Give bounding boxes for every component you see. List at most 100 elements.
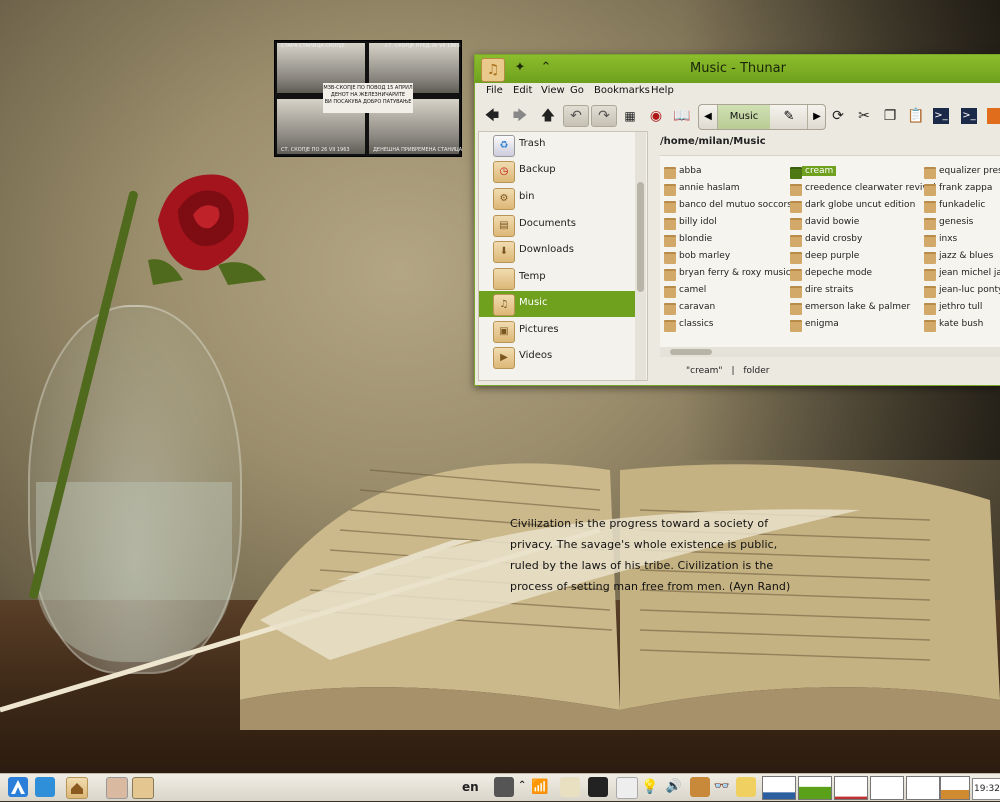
- load-graph[interactable]: [906, 776, 940, 800]
- file-view-hscrollbar-thumb[interactable]: [670, 349, 712, 355]
- archive-icon[interactable]: [987, 108, 1000, 124]
- up-arrow-icon[interactable]: 🡅: [537, 105, 559, 127]
- cut-icon[interactable]: ✂: [853, 105, 875, 127]
- file-item[interactable]: caravan: [662, 300, 792, 317]
- glasses-icon[interactable]: 👓: [712, 777, 732, 797]
- status-selected-type: folder: [743, 366, 770, 376]
- clock[interactable]: 19:32: [972, 778, 1000, 800]
- file-item[interactable]: deep purple: [788, 249, 918, 266]
- memory-graph[interactable]: [798, 776, 832, 800]
- file-item[interactable]: equalizer presets: [922, 164, 1000, 181]
- copy-icon[interactable]: ❐: [879, 105, 901, 127]
- file-item[interactable]: depeche mode: [788, 266, 918, 283]
- menu-go[interactable]: Go: [570, 85, 584, 96]
- file-view-hscrollbar[interactable]: [660, 347, 1000, 357]
- file-item[interactable]: frank zappa: [922, 181, 1000, 198]
- path-next-button[interactable]: ▶: [807, 105, 826, 129]
- volume-icon[interactable]: 🔊: [664, 777, 684, 797]
- back-arrow-icon[interactable]: 🡄: [481, 105, 503, 127]
- file-item[interactable]: genesis: [922, 215, 1000, 232]
- file-item[interactable]: billy idol: [662, 215, 792, 232]
- window-titlebar[interactable]: ♫ ✦ ⌃ Music - Thunar: [475, 55, 1000, 83]
- sidebar-item-pictures[interactable]: ▣ Pictures: [479, 318, 635, 344]
- file-item[interactable]: bob marley: [662, 249, 792, 266]
- sidebar-item-music[interactable]: ♫ Music: [479, 291, 635, 317]
- file-item[interactable]: creedence clearwater revival: [788, 181, 936, 198]
- sidebar-item-bin[interactable]: ⚙ bin: [479, 185, 635, 211]
- temperature-graph[interactable]: [940, 776, 970, 800]
- sidebar-item-downloads[interactable]: ⬇ Downloads: [479, 238, 635, 264]
- menu-view[interactable]: View: [541, 85, 565, 96]
- mail-icon[interactable]: [616, 777, 638, 799]
- grid-view-icon[interactable]: ▦: [619, 105, 641, 127]
- reload-icon[interactable]: ⟳: [827, 105, 849, 127]
- network-graph[interactable]: [870, 776, 904, 800]
- file-item[interactable]: camel: [662, 283, 792, 300]
- file-name: camel: [679, 285, 707, 295]
- file-item[interactable]: jean michel jarre: [922, 266, 1000, 283]
- file-item[interactable]: enigma: [788, 317, 918, 334]
- forward-arrow-icon[interactable]: 🡆: [509, 105, 531, 127]
- file-view[interactable]: abba annie haslam banco del mutuo soccor…: [660, 155, 1000, 348]
- file-item-selected[interactable]: cream: [788, 164, 918, 181]
- clipboard-icon[interactable]: [560, 777, 580, 797]
- menu-file[interactable]: File: [486, 85, 503, 96]
- menu-help[interactable]: Help: [651, 85, 674, 96]
- file-item[interactable]: dark globe uncut edition: [788, 198, 918, 215]
- menu-bookmarks[interactable]: Bookmarks: [594, 85, 650, 96]
- file-item[interactable]: blondie: [662, 232, 792, 249]
- file-item[interactable]: jethro tull: [922, 300, 1000, 317]
- sidebar-scrollbar-thumb[interactable]: [637, 182, 644, 292]
- file-item[interactable]: jazz & blues: [922, 249, 1000, 266]
- printer-icon[interactable]: [588, 777, 608, 797]
- notes-icon[interactable]: [736, 777, 756, 797]
- network-monitor-icon[interactable]: [494, 777, 514, 797]
- dictionary-icon[interactable]: [690, 777, 710, 797]
- file-item[interactable]: inxs: [922, 232, 1000, 249]
- file-item[interactable]: dire straits: [788, 283, 918, 300]
- notification-icon[interactable]: 💡: [640, 777, 660, 797]
- file-item[interactable]: jean-luc ponty: [922, 283, 1000, 300]
- image-viewer-task-icon[interactable]: [106, 777, 128, 799]
- disk-graph[interactable]: [834, 776, 868, 800]
- sidebar-item-temp[interactable]: Temp: [479, 265, 635, 291]
- file-item[interactable]: kate bush: [922, 317, 1000, 334]
- sidebar-item-documents[interactable]: ▤ Documents: [479, 212, 635, 238]
- home-folder-icon[interactable]: [66, 777, 88, 799]
- file-item[interactable]: david bowie: [788, 215, 918, 232]
- folder-icon: [664, 320, 676, 332]
- file-item[interactable]: david crosby: [788, 232, 918, 249]
- menu-edit[interactable]: Edit: [513, 85, 532, 96]
- sidebar-item-videos[interactable]: ▶ Videos: [479, 344, 635, 370]
- sidebar-item-trash[interactable]: ♻ Trash: [479, 132, 635, 158]
- undo-icon[interactable]: ↶: [563, 105, 589, 127]
- file-item[interactable]: emerson lake & palmer: [788, 300, 918, 317]
- wifi-icon[interactable]: 📶: [530, 777, 550, 797]
- chevron-up-icon[interactable]: ⌃: [518, 780, 526, 791]
- thunar-task-icon[interactable]: [132, 777, 154, 799]
- root-terminal-icon[interactable]: >_: [961, 108, 977, 124]
- path-button-music[interactable]: Music: [718, 105, 770, 129]
- sidebar-item-backup[interactable]: ◷ Backup: [479, 158, 635, 184]
- file-item[interactable]: abba: [662, 164, 792, 181]
- sidebar-scrollbar[interactable]: [635, 132, 646, 380]
- desktop-photo-widget[interactable]: СТАРА СТАНИЦА СКОПЈЕ СТ. СКОПЈЕ ПРЕД 26 …: [274, 40, 462, 157]
- file-item[interactable]: banco del mutuo soccorso: [662, 198, 797, 215]
- book-icon[interactable]: 📖: [671, 105, 693, 127]
- redo-icon[interactable]: ↷: [591, 105, 617, 127]
- thunar-window[interactable]: ♫ ✦ ⌃ Music - Thunar File Edit View Go B…: [474, 54, 1000, 386]
- app-menu-icon[interactable]: [8, 777, 28, 797]
- terminal-icon[interactable]: >_: [933, 108, 949, 124]
- edit-location-icon[interactable]: ✎: [777, 105, 801, 129]
- file-item[interactable]: classics: [662, 317, 792, 334]
- path-prev-button[interactable]: ◀: [699, 105, 718, 129]
- keyboard-layout[interactable]: en: [462, 780, 479, 794]
- file-item[interactable]: bryan ferry & roxy music: [662, 266, 792, 283]
- file-item[interactable]: annie haslam: [662, 181, 792, 198]
- cpu-graph[interactable]: [762, 776, 796, 800]
- file-item[interactable]: funkadelic: [922, 198, 1000, 215]
- paste-icon[interactable]: 📋: [905, 105, 927, 127]
- folder-icon: [924, 201, 936, 213]
- screenshot-icon[interactable]: ◉: [645, 105, 667, 127]
- show-desktop-icon[interactable]: [35, 777, 55, 797]
